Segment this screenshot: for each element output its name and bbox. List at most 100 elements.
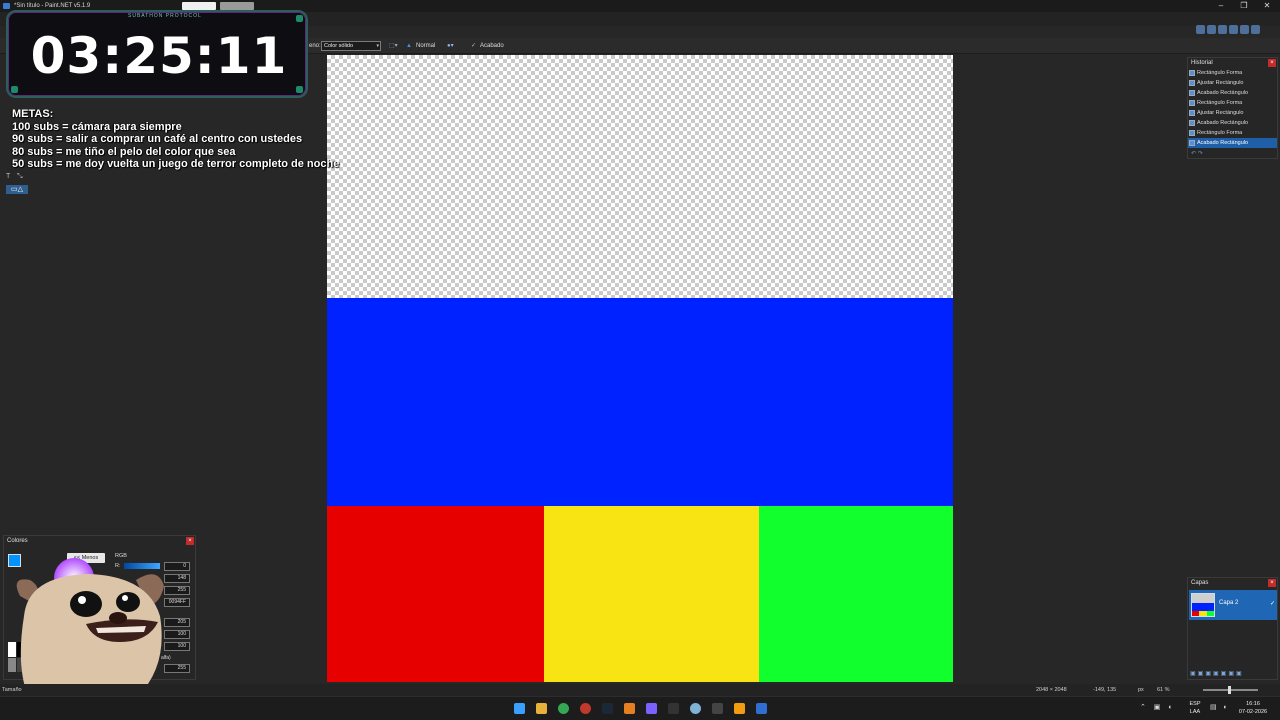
history-item[interactable]: Ajustar Rectángulo xyxy=(1188,108,1277,118)
rectangle-icon xyxy=(1189,100,1195,106)
colors-icon[interactable] xyxy=(1229,25,1238,34)
finish-icon xyxy=(1189,90,1195,96)
app-icon xyxy=(3,3,10,9)
visibility-check-icon[interactable]: ✓ xyxy=(1270,600,1275,607)
shape-type-icon[interactable]: ●▾ xyxy=(447,38,454,54)
history-item[interactable]: Rectángulo Forma xyxy=(1188,128,1277,138)
chrome-icon[interactable] xyxy=(558,703,569,714)
windows-taskbar: ⌃ ▣ ◐ ESP LAA ▤ ◖ 16:16 07-02-2026 xyxy=(0,696,1280,720)
zoom-value[interactable]: 61 % xyxy=(1157,684,1170,696)
layers-icon[interactable] xyxy=(1218,25,1227,34)
transparent-band xyxy=(327,55,953,298)
status-left: Tamaño xyxy=(2,687,22,693)
history-title-text: Historial xyxy=(1191,60,1213,66)
terminal-icon[interactable] xyxy=(712,703,723,714)
lang-bottom: LAA xyxy=(1189,709,1201,715)
thumb-red xyxy=(1192,611,1200,616)
goals-title: METAS: xyxy=(12,108,54,120)
units-select[interactable]: px xyxy=(1138,684,1144,696)
fill-label: eno: xyxy=(309,43,321,49)
zoom-slider-thumb[interactable] xyxy=(1228,686,1231,694)
zoom-slider[interactable] xyxy=(1203,686,1258,694)
antialias-icon[interactable]: ⬚▾ xyxy=(389,38,398,54)
history-item[interactable]: Acabado Rectángulo xyxy=(1188,88,1277,98)
app-icon-dark[interactable] xyxy=(668,703,679,714)
history-item[interactable]: Acabado Rectángulo xyxy=(1188,118,1277,128)
history-item[interactable]: Rectángulo Forma xyxy=(1188,68,1277,78)
browser-icon[interactable] xyxy=(580,703,591,714)
paintnet-window: *Sin título - Paint.NET v5.1.9 – ❐ ✕ eno… xyxy=(0,0,1280,720)
clock[interactable]: 16:16 07-02-2026 xyxy=(1236,700,1270,716)
settings-icon[interactable] xyxy=(1240,25,1249,34)
thumb-bottom xyxy=(1192,611,1214,616)
dog-eye-right xyxy=(116,592,140,612)
subathon-timer: SUBATHON PROTOCOL 03:25:11 xyxy=(6,10,308,98)
blender-icon[interactable] xyxy=(734,703,745,714)
text-tool-icon[interactable]: T xyxy=(6,172,15,181)
blend-icon: ▲ xyxy=(406,43,412,49)
undo-redo-icons[interactable]: ↶ ↷ xyxy=(1191,150,1203,157)
tab-thumbnail-2[interactable] xyxy=(220,2,254,10)
red-block xyxy=(327,506,544,682)
rectangle-icon xyxy=(1189,80,1195,86)
history-item-selected[interactable]: Acabado Rectángulo xyxy=(1188,138,1277,148)
paintnet-icon[interactable] xyxy=(756,703,767,714)
status-bar: Tamaño 2048 × 2048 -149, 135 px 61 % xyxy=(0,684,1280,696)
rectangle-icon xyxy=(1189,130,1195,136)
goal-item: 100 subs = cámara para siempre xyxy=(12,120,182,133)
network-volume-icons[interactable]: ▤ ◖ xyxy=(1210,703,1229,711)
history-item-label: Acabado Rectángulo xyxy=(1197,90,1249,96)
blue-band xyxy=(327,298,953,506)
minimize-button[interactable]: – xyxy=(1210,0,1232,12)
layer-actions-icons[interactable]: ▣▣▣▣▣▣▣ xyxy=(1190,670,1244,677)
tray-icons[interactable]: ⌃ ▣ ◐ xyxy=(1140,703,1176,711)
thumb-green xyxy=(1206,611,1214,616)
help-icon[interactable] xyxy=(1251,25,1260,34)
goal-item: 90 subs = salir a comprar un café al cen… xyxy=(12,133,303,146)
close-icon[interactable]: × xyxy=(1268,579,1276,587)
thumb-transparent xyxy=(1192,594,1214,603)
start-icon[interactable] xyxy=(514,703,525,714)
colors-title-text: Colores xyxy=(7,538,28,544)
chevron-down-icon: ▾ xyxy=(376,43,379,49)
finish-button[interactable]: Acabado xyxy=(480,38,504,54)
line-tool-icon[interactable]: ⤡ xyxy=(17,172,26,181)
history-list: Rectángulo Forma Ajustar Rectángulo Acab… xyxy=(1188,68,1277,148)
steam-icon[interactable] xyxy=(602,703,613,714)
history-item-label: Rectángulo Forma xyxy=(1197,130,1243,136)
file-explorer-icon[interactable] xyxy=(536,703,547,714)
layers-title-text: Capas xyxy=(1191,580,1209,586)
close-icon[interactable]: × xyxy=(186,537,194,545)
close-icon[interactable]: × xyxy=(1268,59,1276,67)
lang-top: ESP xyxy=(1189,701,1201,707)
history-icon[interactable] xyxy=(1207,25,1216,34)
discord-icon[interactable] xyxy=(646,703,657,714)
history-item[interactable]: Ajustar Rectángulo xyxy=(1188,78,1277,88)
maximize-button[interactable]: ❐ xyxy=(1233,0,1255,12)
layers-panel: Capas × Capa 2 ✓ ▣▣▣▣▣▣▣ xyxy=(1187,577,1278,680)
history-item[interactable]: Rectángulo Forma xyxy=(1188,98,1277,108)
timer-tag: SUBATHON PROTOCOL xyxy=(128,13,202,19)
close-button[interactable]: ✕ xyxy=(1256,0,1278,12)
blend-mode[interactable]: Normal xyxy=(416,38,435,54)
app-icon-orange[interactable] xyxy=(624,703,635,714)
tools-icon[interactable] xyxy=(1196,25,1205,34)
image-canvas[interactable] xyxy=(327,55,953,682)
dog-nose xyxy=(109,612,127,624)
layer-name: Capa 2 xyxy=(1219,600,1239,606)
thumb-yellow xyxy=(1199,611,1207,616)
tab-thumbnail[interactable] xyxy=(182,2,216,10)
history-panel: Historial × Rectángulo Forma Ajustar Rec… xyxy=(1187,57,1278,159)
shapes-tool-icon[interactable]: ▭△ xyxy=(6,185,28,194)
language-indicator[interactable]: ESP LAA xyxy=(1186,700,1204,716)
history-item-label: Acabado Rectángulo xyxy=(1197,120,1249,126)
history-title: Historial × xyxy=(1188,58,1277,68)
finish-icon xyxy=(1189,120,1195,126)
cursor-position: -149, 135 xyxy=(1093,687,1117,693)
corner-decoration-icon xyxy=(11,86,18,93)
layer-item[interactable]: Capa 2 ✓ xyxy=(1189,590,1277,620)
eye-shine-icon xyxy=(122,595,128,601)
fill-mode-select[interactable]: Color sólido ▾ xyxy=(321,41,381,51)
fill-mode-value: Color sólido xyxy=(324,43,354,49)
settings-icon[interactable] xyxy=(690,703,701,714)
